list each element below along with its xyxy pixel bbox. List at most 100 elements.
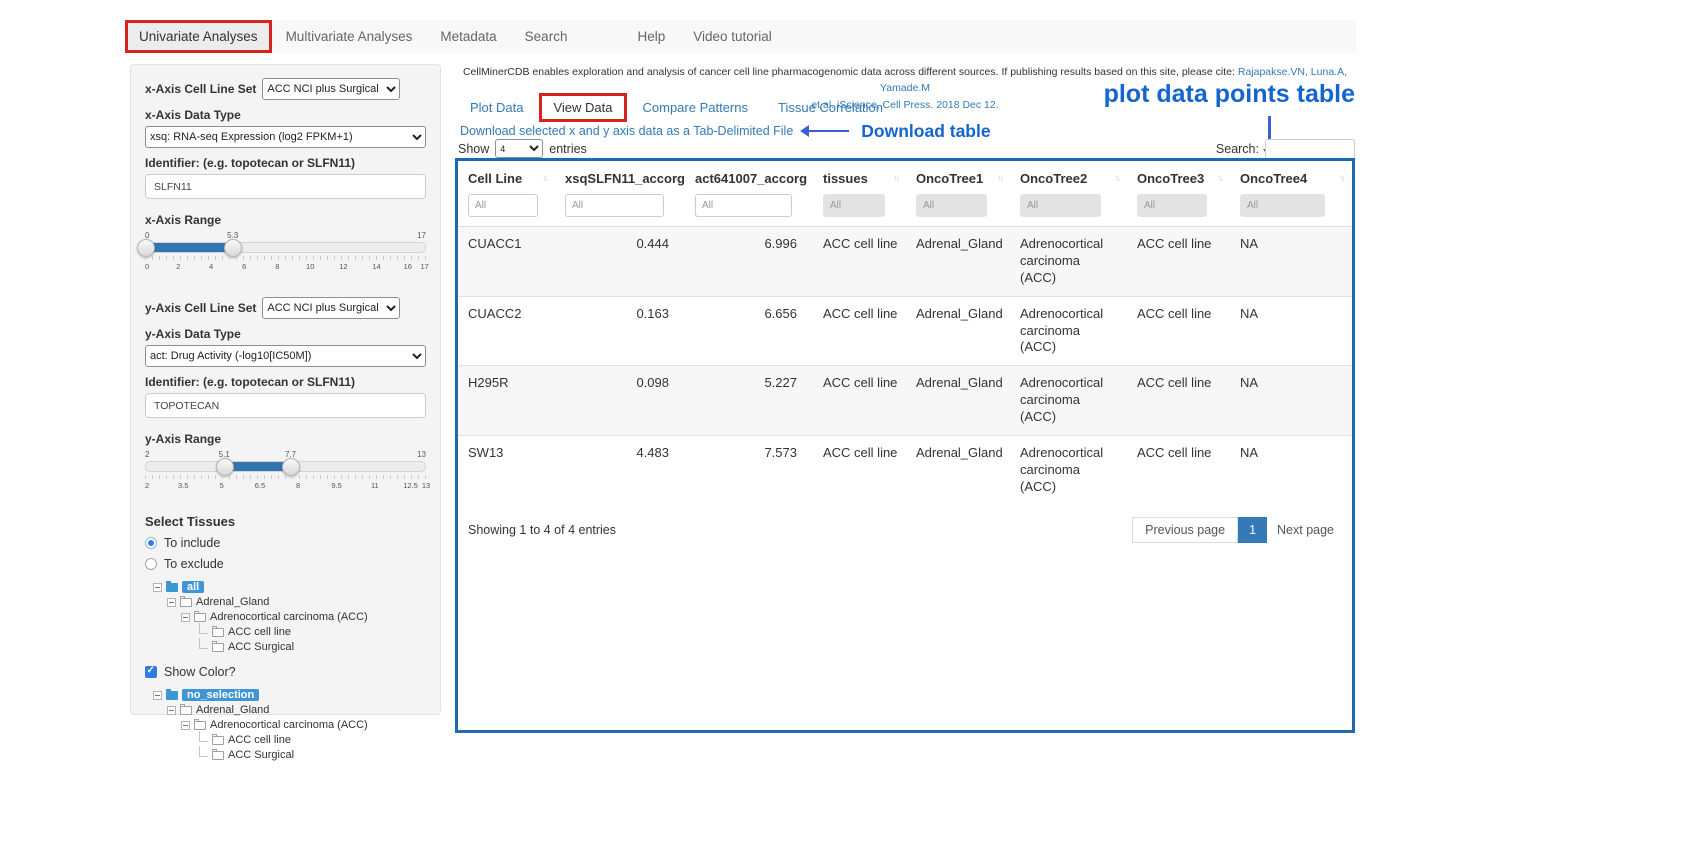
- tree-node-acc-cell-line[interactable]: ACC cell line: [199, 626, 426, 638]
- x-axis-identifier-input[interactable]: [145, 174, 426, 199]
- y-range-high-handle[interactable]: [282, 458, 300, 476]
- tree-node-adrenal-gland[interactable]: Adrenal_Gland: [167, 704, 426, 716]
- filter-input-oncotree1[interactable]: [916, 194, 987, 217]
- table-row[interactable]: CUACC1 0.444 6.996 ACC cell line Adrenal…: [458, 227, 1352, 297]
- tree-node-acc-surgical[interactable]: ACC Surgical: [199, 641, 426, 653]
- col-header-oncotree4[interactable]: OncoTree4: [1230, 161, 1352, 191]
- cell: NA: [1230, 227, 1352, 297]
- tree-node-acc-carcinoma[interactable]: Adrenocortical carcinoma (ACC): [181, 611, 426, 623]
- y-axis-cell-line-set-select[interactable]: ACC NCI plus Surgical: [262, 297, 400, 319]
- filter-input-oncotree2[interactable]: [1020, 194, 1101, 217]
- tree-node-all[interactable]: all: [153, 581, 426, 593]
- tissues-include-radio[interactable]: To include: [145, 536, 426, 550]
- tick-label: 8: [275, 262, 279, 271]
- show-entries-select[interactable]: 4: [495, 139, 543, 158]
- folder-icon: [194, 721, 206, 730]
- x-axis-cell-line-set-select[interactable]: ACC NCI plus Surgical: [262, 78, 400, 100]
- filter-input-oncotree3[interactable]: [1137, 194, 1207, 217]
- col-header-oncotree3[interactable]: OncoTree3: [1127, 161, 1230, 191]
- x-axis-cell-line-set-label: x-Axis Cell Line Set: [145, 82, 256, 96]
- tab-plot-data[interactable]: Plot Data: [470, 100, 523, 115]
- pagination: Previous page 1 Next page: [1132, 517, 1344, 543]
- tick-label: 9.5: [331, 481, 341, 490]
- collapse-icon[interactable]: [153, 583, 162, 592]
- table-search-input[interactable]: [1265, 139, 1355, 159]
- filter-input-xsqslfn11[interactable]: [565, 194, 664, 217]
- tab-compare-patterns[interactable]: Compare Patterns: [643, 100, 749, 115]
- cell: 6.656: [685, 296, 813, 366]
- checkbox-checked-icon: [145, 666, 157, 678]
- collapse-icon[interactable]: [153, 691, 162, 700]
- y-axis-range-slider: 2 5.1 7.7 13 2 3.5 5 6.5 8 9.5 11 12.5 1…: [145, 450, 426, 500]
- col-header-oncotree1[interactable]: OncoTree1: [906, 161, 1010, 191]
- citation-text: CellMinerCDB enables exploration and ana…: [463, 66, 1235, 78]
- folder-icon: [212, 751, 224, 760]
- table-row[interactable]: H295R 0.098 5.227 ACC cell line Adrenal_…: [458, 366, 1352, 436]
- collapse-icon[interactable]: [167, 706, 176, 715]
- page-1-button[interactable]: 1: [1238, 517, 1267, 543]
- sort-icon: [1339, 173, 1344, 183]
- filter-input-tissues[interactable]: [823, 194, 885, 217]
- tick-label: 6: [242, 262, 246, 271]
- filter-input-cell-line[interactable]: [468, 194, 538, 217]
- table-row[interactable]: SW13 4.483 7.573 ACC cell line Adrenal_G…: [458, 436, 1352, 505]
- tissues-exclude-radio[interactable]: To exclude: [145, 557, 426, 571]
- nav-item-univariate-analyses[interactable]: Univariate Analyses: [125, 20, 272, 53]
- y-axis-identifier-label: Identifier: (e.g. topotecan or SLFN11): [145, 375, 426, 389]
- download-tab-delimited-link[interactable]: Download selected x and y axis data as a…: [460, 124, 793, 138]
- x-range-track[interactable]: [145, 242, 426, 253]
- col-header-act641007[interactable]: act641007_accorg: [685, 161, 813, 191]
- nav-item-metadata[interactable]: Metadata: [426, 20, 510, 53]
- filter-input-oncotree4[interactable]: [1240, 194, 1325, 217]
- show-label: Show: [458, 142, 489, 156]
- next-page-button[interactable]: Next page: [1267, 518, 1344, 542]
- x-axis-data-type-label: x-Axis Data Type: [145, 108, 426, 122]
- tree-node-no-selection[interactable]: no_selection: [153, 689, 426, 701]
- cell: Adrenocortical carcinoma (ACC): [1010, 227, 1127, 297]
- nav-item-search[interactable]: Search: [511, 20, 582, 53]
- tab-tissue-correlation[interactable]: Tissue Correlation: [778, 100, 883, 115]
- collapse-icon[interactable]: [181, 613, 190, 622]
- tick-label: 5: [220, 481, 224, 490]
- tree-node-label: Adrenal_Gland: [196, 596, 269, 608]
- tree-node-acc-cell-line[interactable]: ACC cell line: [199, 734, 426, 746]
- x-axis-data-type-select[interactable]: xsq: RNA-seq Expression (log2 FPKM+1): [145, 126, 426, 148]
- y-range-low-handle[interactable]: [216, 458, 234, 476]
- x-axis-range-label: x-Axis Range: [145, 213, 426, 227]
- tick-label: 12.5: [403, 481, 418, 490]
- x-range-max-value: 17: [417, 231, 426, 240]
- filter-input-act641007[interactable]: [695, 194, 792, 217]
- col-header-cell-line[interactable]: Cell Line: [458, 161, 555, 191]
- table-row[interactable]: CUACC2 0.163 6.656 ACC cell line Adrenal…: [458, 296, 1352, 366]
- tree-node-label: no_selection: [182, 689, 259, 701]
- collapse-icon[interactable]: [167, 598, 176, 607]
- folder-icon: [166, 691, 178, 700]
- y-axis-data-type-select[interactable]: act: Drug Activity (-log10[IC50M]): [145, 345, 426, 367]
- nav-item-multivariate-analyses[interactable]: Multivariate Analyses: [272, 20, 427, 53]
- folder-icon: [166, 583, 178, 592]
- nav-item-video-tutorial[interactable]: Video tutorial: [679, 20, 786, 53]
- previous-page-button[interactable]: Previous page: [1132, 517, 1238, 543]
- folder-icon: [180, 706, 192, 715]
- show-color-checkbox[interactable]: Show Color?: [145, 665, 426, 679]
- nav-item-help[interactable]: Help: [623, 20, 679, 53]
- tree-node-acc-carcinoma[interactable]: Adrenocortical carcinoma (ACC): [181, 719, 426, 731]
- tick-label: 6.5: [255, 481, 265, 490]
- y-axis-identifier-input[interactable]: [145, 393, 426, 418]
- tree-node-label: Adrenocortical carcinoma (ACC): [210, 719, 368, 731]
- collapse-icon[interactable]: [181, 721, 190, 730]
- tree-node-acc-surgical[interactable]: ACC Surgical: [199, 749, 426, 761]
- tree-node-adrenal-gland[interactable]: Adrenal_Gland: [167, 596, 426, 608]
- x-range-high-handle[interactable]: [224, 239, 242, 257]
- show-color-label: Show Color?: [164, 665, 236, 679]
- x-axis-range-slider: 0 5.3 17 0 2 4 6 8 10 12 14 16 17: [145, 231, 426, 281]
- cell: Adrenal_Gland: [906, 436, 1010, 505]
- tree-node-label: ACC cell line: [228, 734, 291, 746]
- col-header-oncotree2[interactable]: OncoTree2: [1010, 161, 1127, 191]
- y-range-track[interactable]: [145, 461, 426, 472]
- x-range-low-handle[interactable]: [137, 239, 155, 257]
- tab-view-data[interactable]: View Data: [539, 93, 626, 122]
- col-header-tissues[interactable]: tissues: [813, 161, 906, 191]
- cell: NA: [1230, 366, 1352, 436]
- col-header-xsqslfn11[interactable]: xsqSLFN11_accorg: [555, 161, 685, 191]
